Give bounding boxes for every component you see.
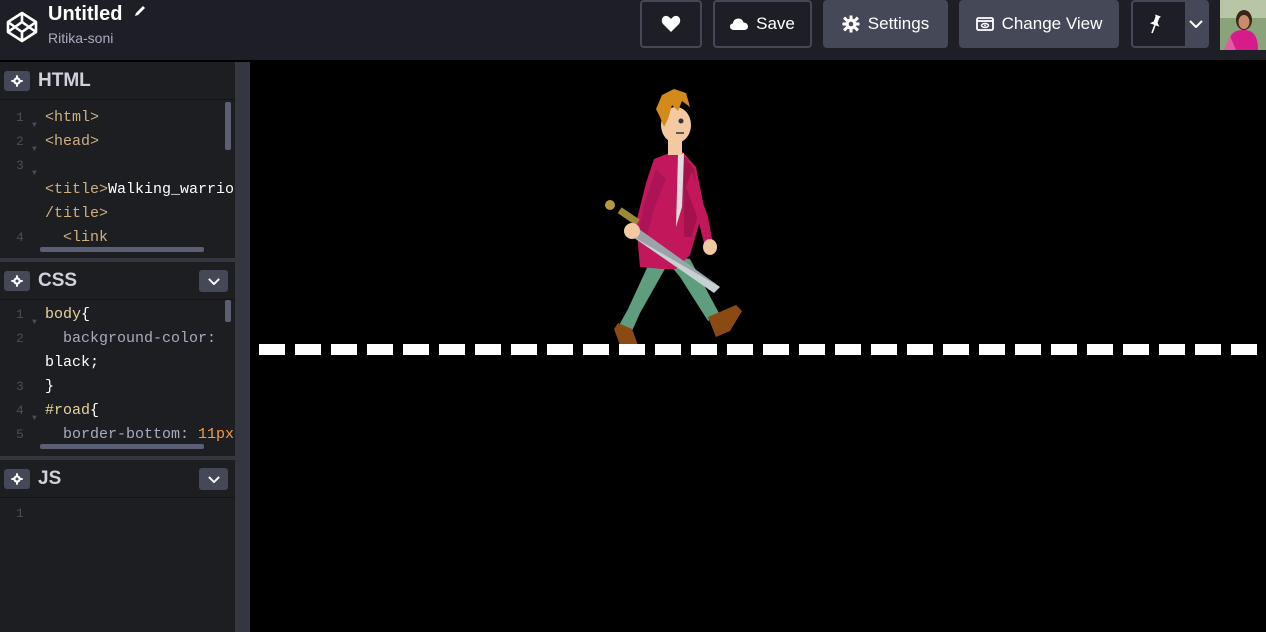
js-settings-button[interactable] — [4, 468, 30, 489]
html-panel-title: HTML — [38, 69, 91, 91]
chevron-down-icon — [207, 277, 220, 285]
code-line: background-color: — [45, 330, 217, 347]
line-number: 5 — [16, 427, 24, 442]
fold-arrow-icon[interactable]: ▼ — [32, 407, 37, 431]
css-punct: { — [81, 306, 91, 323]
editor-resize-gutter[interactable] — [235, 62, 250, 632]
css-settings-button[interactable] — [4, 270, 30, 291]
walking-warrior-image — [605, 89, 742, 345]
pen-title[interactable]: Untitled — [48, 2, 122, 26]
line-number: 1 — [16, 307, 24, 322]
css-selector: #road — [45, 402, 91, 419]
gear-icon — [11, 74, 23, 87]
top-header: Untitled Ritika-soni Save Settings Chang… — [0, 0, 1266, 61]
css-horizontal-scrollbar[interactable] — [40, 444, 204, 449]
html-vertical-scrollbar[interactable] — [225, 102, 231, 150]
settings-label: Settings — [867, 14, 930, 33]
code-line: /title> — [45, 205, 109, 222]
html-editor-panel: HTML 1 ▼ <html> 2 ▼ <head> 3 ▼ <title>Walki… — [0, 62, 235, 259]
code-text: Walking_warrio — [108, 181, 235, 198]
code-line: <title>Walking_warrio — [45, 178, 234, 202]
html-settings-button[interactable] — [4, 70, 30, 91]
css-editor-panel: CSS 1 ▼ body{ 2 background-color: black; … — [0, 262, 235, 456]
chevron-down-icon — [207, 475, 220, 483]
html-panel-header: HTML — [0, 62, 235, 100]
pen-title-block: Untitled Ritika-soni — [48, 2, 147, 46]
change-view-label: Change View — [1001, 14, 1103, 33]
css-panel-menu-button[interactable] — [199, 270, 228, 292]
css-property: border-bottom: — [45, 426, 190, 443]
save-button[interactable]: Save — [713, 0, 812, 48]
dashed-road — [259, 344, 1266, 355]
codepen-editor: Untitled Ritika-soni Save Settings Chang… — [0, 0, 1266, 632]
fold-arrow-icon[interactable]: ▼ — [32, 311, 37, 335]
gear-icon — [11, 274, 23, 287]
chevron-down-icon — [1189, 20, 1203, 28]
js-editor-panel: JS 1 — [0, 460, 235, 632]
css-vertical-scrollbar[interactable] — [225, 300, 231, 322]
css-punct: { — [90, 402, 100, 419]
avatar[interactable] — [1220, 0, 1266, 50]
settings-button[interactable]: Settings — [823, 0, 948, 48]
save-label: Save — [756, 14, 795, 33]
favorite-button[interactable] — [640, 0, 702, 48]
pen-owner[interactable]: Ritika-soni — [48, 30, 147, 46]
cloud-icon — [730, 18, 749, 30]
fold-arrow-icon[interactable]: ▼ — [32, 114, 37, 138]
gear-icon — [842, 15, 860, 33]
pin-menu-toggle[interactable] — [1185, 2, 1207, 46]
heart-icon — [661, 15, 681, 32]
css-value: 11px — [198, 426, 235, 443]
line-number: 1 — [16, 506, 24, 521]
js-panel-title: JS — [38, 467, 62, 489]
view-layout-icon — [975, 17, 994, 31]
line-number: 2 — [16, 134, 24, 149]
code-line: #road{ — [45, 399, 99, 423]
change-view-button[interactable]: Change View — [959, 0, 1119, 48]
pencil-icon[interactable] — [133, 4, 147, 18]
pin-button[interactable] — [1131, 0, 1209, 48]
line-number: 2 — [16, 331, 24, 346]
html-horizontal-scrollbar[interactable] — [40, 247, 204, 252]
line-number: 4 — [16, 230, 24, 245]
line-number: 3 — [16, 158, 24, 173]
line-number: 3 — [16, 379, 24, 394]
code-tag: <title> — [45, 181, 109, 198]
css-panel-title: CSS — [38, 269, 78, 291]
css-panel-header: CSS — [0, 262, 235, 300]
code-line: <head> — [45, 133, 100, 150]
gear-icon — [11, 472, 23, 485]
pin-icon — [1149, 14, 1161, 34]
js-panel-menu-button[interactable] — [199, 468, 228, 490]
line-number: 4 — [16, 403, 24, 418]
code-line: black; — [45, 354, 100, 371]
user-avatar-image — [1220, 0, 1266, 50]
code-line: } — [45, 378, 55, 395]
fold-arrow-icon[interactable]: ▼ — [32, 162, 37, 186]
code-line: <html> — [45, 109, 100, 126]
result-preview[interactable] — [250, 62, 1266, 632]
fold-arrow-icon[interactable]: ▼ — [32, 138, 37, 162]
line-number: 1 — [16, 110, 24, 125]
pin-toggle[interactable] — [1133, 2, 1177, 46]
css-selector: body — [45, 306, 82, 323]
codepen-logo-icon[interactable] — [4, 9, 40, 45]
js-panel-header: JS — [0, 460, 235, 498]
code-line: body{ — [45, 303, 90, 327]
